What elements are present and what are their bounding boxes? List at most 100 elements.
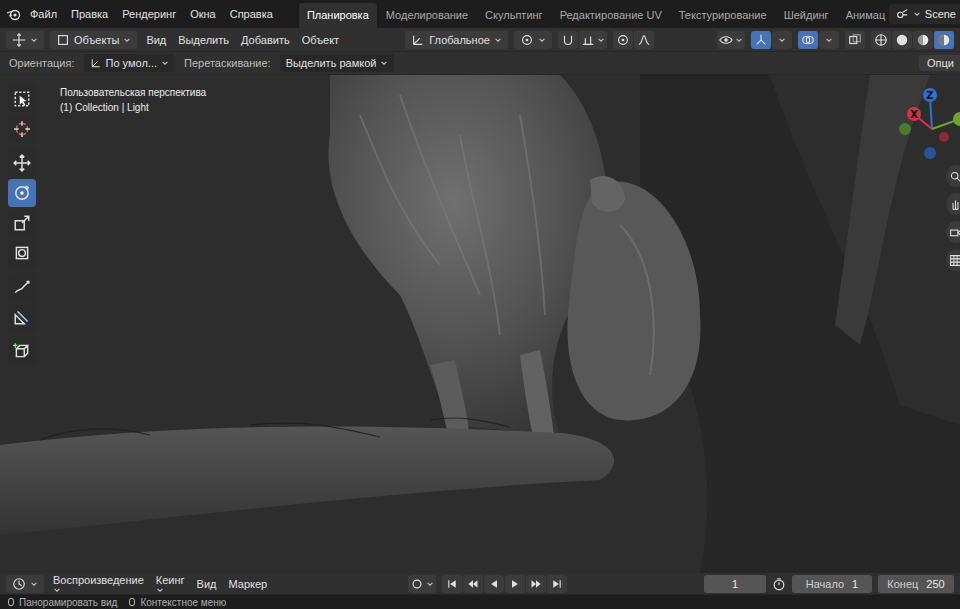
menu-item[interactable]: Окна [184,5,222,23]
workspace-tab[interactable]: Шейдинг [776,3,837,28]
timeline-header: Воспроизведение Кеинг Вид Маркер 1 Начало1 К… [0,573,960,595]
falloff-dropdown[interactable] [634,31,654,49]
zoom-icon [949,170,960,183]
view-name: Пользовательская перспектива [60,85,206,100]
transport-button[interactable] [505,575,525,593]
chevron-down-icon [494,36,502,44]
workspace-tab[interactable]: Анимац [838,3,887,28]
drag-dropdown[interactable]: Выделить рамкой [280,54,395,72]
workspace-tab[interactable]: Скульптинг [477,3,551,28]
header-menu[interactable]: Выделить [175,32,232,48]
visibility-dropdown[interactable] [717,31,745,49]
gizmo-dropdown[interactable] [772,31,792,49]
timeline-menu[interactable]: Кеинг [153,573,188,595]
pivot-dropdown[interactable] [514,31,552,49]
transport-controls [442,575,567,593]
xray-toggle[interactable] [845,31,865,49]
tool-group [8,85,36,143]
next-keyframe-icon [530,578,542,590]
current-frame-field[interactable]: 1 [704,575,766,593]
navigation-buttons [946,165,960,271]
shading-mode-button[interactable] [934,31,954,49]
tool-button[interactable] [8,337,36,365]
move-icon [13,154,31,172]
menu-item[interactable]: Справка [224,5,279,23]
snap-icon [561,33,575,47]
tool-button[interactable] [8,149,36,177]
transport-button[interactable] [484,575,504,593]
proportional-icon [616,33,630,47]
play-icon [509,578,521,590]
viewport-header: Объекты Вид Выделить Добавить Объект Глобальн… [0,28,960,52]
gizmo-toggle[interactable] [751,31,771,49]
play-reverse-icon [488,578,500,590]
snap-dropdown[interactable] [579,31,607,49]
proportional-toggle[interactable] [613,31,633,49]
snap-toggle[interactable] [558,31,578,49]
navigation-gizmo[interactable]: ZX [888,81,960,171]
jump-start-icon [446,578,458,590]
workspace-tab[interactable]: Моделирование [378,3,476,28]
auto-key-toggle[interactable] [408,575,436,593]
camera-button[interactable] [946,221,960,243]
timeline-menu[interactable]: Маркер [225,576,270,592]
workspace-tab[interactable]: Планировка [299,3,377,28]
axis-x[interactable] [907,107,921,121]
orientation-dropdown[interactable]: Глобальное [405,31,508,49]
tool-button[interactable] [8,115,36,143]
transport-button[interactable] [526,575,546,593]
tool-orientation-dropdown[interactable]: По умол... [84,54,175,72]
shading-mode-button[interactable] [892,31,912,49]
3d-viewport[interactable]: Пользовательская перспектива(1) Collecti… [0,75,960,573]
menu-item[interactable]: Правка [65,5,114,23]
editor-type-icon [12,33,26,47]
tool-button[interactable] [8,273,36,301]
tool-bar [8,85,36,365]
transport-button[interactable] [463,575,483,593]
transport-button[interactable] [442,575,462,593]
tool-button[interactable] [8,209,36,237]
zoom-button[interactable] [946,165,960,187]
timeline-menu[interactable]: Вид [194,576,220,592]
editor-type-dropdown[interactable] [6,31,44,49]
orientation-icon [411,33,425,47]
tool-button[interactable] [8,239,36,267]
options-button[interactable]: Опци [919,55,960,71]
menu-item[interactable]: Рендеринг [116,5,182,23]
start-frame-field[interactable]: Начало1 [792,575,872,593]
chevron-down-icon [913,10,921,18]
scene-icon [895,7,909,21]
pan-button[interactable] [946,193,960,215]
tool-button[interactable] [8,303,36,331]
transport-button[interactable] [547,575,567,593]
ortho-button[interactable] [946,249,960,271]
timeline-editor-dropdown[interactable] [6,575,44,593]
axis-z[interactable] [923,88,937,102]
chevron-down-icon [380,59,388,67]
xray-icon [848,33,862,47]
scale-icon [13,214,31,232]
header-menu[interactable]: Вид [143,32,169,48]
chevron-down-icon [426,580,434,588]
workspace-tab[interactable]: Редактирование UV [552,3,670,28]
header-menu[interactable]: Объект [299,32,342,48]
chevron-down-icon [778,36,786,44]
grid-icon [949,254,960,267]
sculpt-render [0,75,960,573]
add-cube-icon [13,342,31,360]
stopwatch-icon [772,577,786,591]
tool-button[interactable] [8,179,36,207]
mode-dropdown[interactable]: Объекты [50,31,137,49]
overlay-dropdown[interactable] [819,31,839,49]
shading-mode-button[interactable] [871,31,891,49]
end-frame-field[interactable]: Конец250 [878,575,954,593]
menu-item[interactable]: Файл [24,5,63,23]
overlay-toggle[interactable] [798,31,818,49]
scene-selector[interactable]: Scene [889,4,960,24]
workspace-tab[interactable]: Текстурирование [671,3,775,28]
camera-icon [949,226,960,239]
timeline-menu[interactable]: Воспроизведение [50,573,147,595]
tool-button[interactable] [8,85,36,113]
header-menu[interactable]: Добавить [238,32,293,48]
shading-mode-button[interactable] [913,31,933,49]
